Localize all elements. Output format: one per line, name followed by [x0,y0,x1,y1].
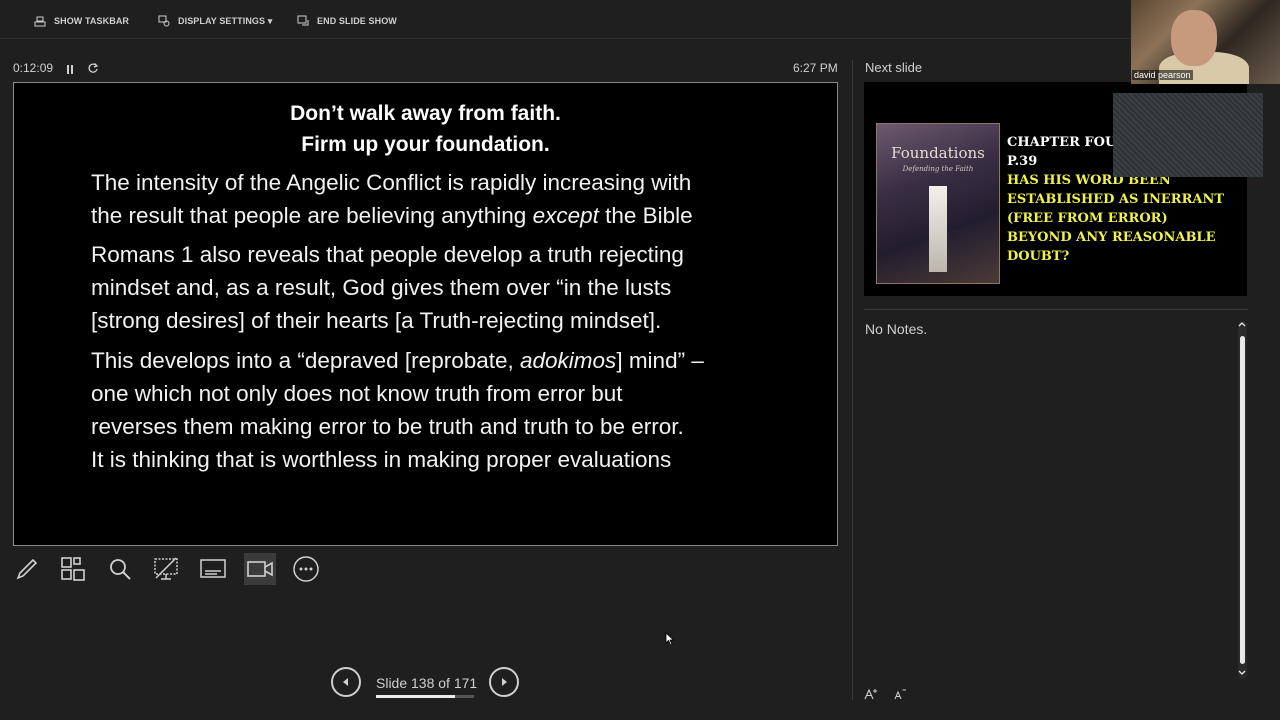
book-subtitle: Defending the Faith [902,165,974,173]
slide-text-line: It is thinking that is worthless in maki… [91,447,672,472]
book-cover-image: Foundations Defending the Faith [876,123,1000,284]
increase-font-icon[interactable] [864,688,878,700]
book-title: Foundations [891,144,985,162]
current-time: 6:27 PM [793,61,838,75]
previous-slide-button[interactable] [331,667,361,697]
next-slide-chapter: CHAPTER FOUR [1007,135,1128,150]
camera-toggle-button[interactable] [244,553,276,585]
end-slide-show-button[interactable]: END SLIDE SHOW [297,13,397,29]
subtitles-icon [200,559,226,578]
elapsed-timer: 0:12:09 [13,61,54,75]
current-slide[interactable]: Don’t walk away from faith. Firm up your… [13,82,838,546]
slide-text-line: one which not only does not know truth f… [91,381,623,406]
video-camera-icon [247,561,273,577]
restart-timer-button[interactable] [87,61,99,73]
pen-icon [16,558,38,580]
more-options-icon [293,556,319,582]
participant-name: david pearson [1132,70,1193,80]
display-settings-button[interactable]: DISPLAY SETTINGS ▾ [158,13,272,29]
book-door-illustration [929,186,947,272]
decrease-font-icon[interactable] [893,688,907,700]
slide-title-line-1: Don’t walk away from faith. [290,102,561,125]
mouse-cursor-icon [665,632,675,646]
slide-text-line: Romans 1 also reveals that people develo… [91,242,684,267]
show-taskbar-button[interactable]: SHOW TASKBAR [34,13,129,29]
slide-text-line: The intensity of the Angelic Conflict is… [91,170,692,195]
slide-title-line-2: Firm up your foundation. [301,133,550,156]
subtitles-button[interactable] [197,553,229,585]
pause-icon [67,65,73,74]
next-slide-question-line: ESTABLISHED AS INERRANT [1007,192,1225,207]
slide-progress-bar [376,695,474,698]
next-slide-question-line: BEYOND ANY REASONABLE [1007,230,1216,245]
next-slide-page: P.39 [1007,154,1038,169]
taskbar-icon [34,16,46,27]
slide-counter[interactable]: Slide 138 of 171 [376,675,477,691]
end-slide-show-label: END SLIDE SHOW [317,16,397,26]
webcam-person-face [1171,10,1217,66]
notes-scrollbar-thumb[interactable] [1240,336,1245,664]
slide-text-line: [strong desires] of their hearts [a Trut… [91,308,662,333]
see-all-slides-button[interactable] [57,553,89,585]
pen-tool-button[interactable] [11,553,43,585]
black-screen-button[interactable] [150,553,182,585]
grid-icon [61,557,85,581]
slide-text-line: the result that people are believing any… [91,203,693,228]
magnifier-icon [110,559,131,580]
slide-text-line: This develops into a “depraved [reprobat… [91,348,704,373]
zoom-button[interactable] [104,553,136,585]
display-settings-icon [158,15,170,27]
speaker-notes[interactable]: No Notes. [865,321,927,337]
screen-off-icon [154,557,178,580]
slide-text-line: mindset and, as a result, God gives them… [91,275,672,300]
more-options-button[interactable] [290,553,322,585]
display-settings-label: DISPLAY SETTINGS ▾ [178,15,273,26]
slide-paragraph-1: The intensity of the Angelic Conflict is… [91,166,811,232]
panel-divider[interactable] [852,60,853,700]
scroll-up-icon[interactable] [1237,321,1247,327]
slide-progress-fill [376,695,456,698]
notes-divider[interactable] [864,309,1248,310]
slide-text-line: reverses them making error to be truth a… [91,414,684,439]
next-slide-button[interactable] [489,667,519,697]
arrow-left-icon [343,678,348,686]
restart-icon [88,63,99,73]
next-slide-question-line: (FREE FROM ERROR) [1007,211,1168,226]
participant-webcam: david pearson [1131,0,1280,84]
pause-timer-button[interactable] [66,62,75,74]
next-slide-question-line: DOUBT? [1007,249,1070,264]
scroll-down-icon[interactable] [1237,670,1247,676]
next-slide-label: Next slide [865,60,923,75]
arrow-right-icon [502,678,507,686]
webcam-placeholder [1113,93,1263,177]
show-taskbar-label: SHOW TASKBAR [54,16,130,26]
slide-paragraph-2: Romans 1 also reveals that people develo… [91,238,811,337]
end-show-icon [297,15,309,26]
slide-paragraph-3: This develops into a “depraved [reprobat… [91,344,811,476]
